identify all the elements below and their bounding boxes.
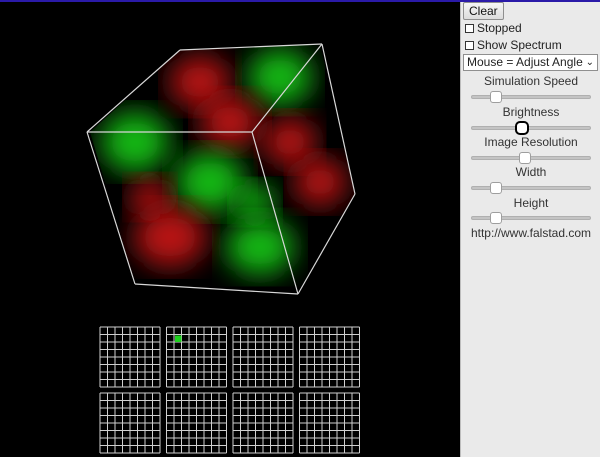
mode-box[interactable] [99, 392, 161, 454]
show-spectrum-checkbox[interactable] [465, 40, 474, 50]
wave-blob [130, 179, 170, 215]
simulation-speed-slider[interactable] [471, 91, 591, 103]
wave-blob [264, 118, 316, 166]
mode-box[interactable] [299, 326, 360, 388]
control-panel: Clear Stopped Show Spectrum Mouse = Adju… [460, 2, 600, 457]
image-resolution-slider[interactable] [471, 152, 591, 164]
mode-box[interactable] [232, 326, 294, 388]
wave-blob [235, 184, 275, 220]
mode-box[interactable] [99, 326, 161, 388]
wave-blob [226, 219, 294, 275]
image-resolution-thumb[interactable] [519, 152, 532, 164]
width-label: Width [515, 165, 547, 179]
wave-blob [101, 112, 169, 172]
mode-box[interactable] [299, 392, 360, 454]
simulation-speed-label: Simulation Speed [483, 74, 579, 88]
mode-selector-grid[interactable] [99, 326, 360, 454]
simulation-canvas[interactable] [0, 2, 460, 457]
falstad-url[interactable]: http://www.falstad.com [461, 226, 600, 240]
chevron-down-icon: ⌄ [585, 57, 594, 68]
clear-button[interactable]: Clear [463, 2, 504, 20]
simulation-view[interactable] [0, 2, 460, 457]
mode-box[interactable] [166, 392, 227, 454]
wave-pattern [101, 49, 346, 275]
cube-edge [297, 193, 356, 295]
show-spectrum-checkbox-row[interactable]: Show Spectrum [465, 37, 562, 53]
stopped-label: Stopped [477, 21, 522, 35]
show-spectrum-label: Show Spectrum [477, 38, 562, 52]
width-thumb[interactable] [489, 182, 502, 194]
brightness-slider[interactable] [471, 121, 591, 135]
height-slider[interactable] [471, 212, 591, 224]
cube-edge [134, 283, 299, 295]
wave-blob [134, 207, 206, 267]
stopped-checkbox[interactable] [465, 23, 474, 33]
stopped-checkbox-row[interactable]: Stopped [465, 20, 522, 36]
wave-blob [176, 152, 244, 212]
brightness-label: Brightness [502, 105, 560, 119]
height-label: Height [513, 196, 549, 210]
mouse-mode-select[interactable]: Mouse = Adjust Angle ⌄ [463, 54, 598, 71]
width-slider[interactable] [471, 182, 591, 194]
brightness-thumb[interactable] [514, 121, 529, 135]
mouse-mode-value: Mouse = Adjust Angle [467, 55, 583, 69]
selected-mode-cell [175, 335, 182, 342]
wave-blob [200, 96, 260, 148]
cube-edge [179, 43, 323, 51]
simulation-speed-thumb[interactable] [489, 91, 502, 103]
mode-box[interactable] [232, 392, 294, 454]
image-resolution-label: Image Resolution [484, 135, 578, 149]
mode-box[interactable] [166, 326, 227, 388]
height-thumb[interactable] [489, 212, 502, 224]
wave-blob [294, 158, 346, 206]
